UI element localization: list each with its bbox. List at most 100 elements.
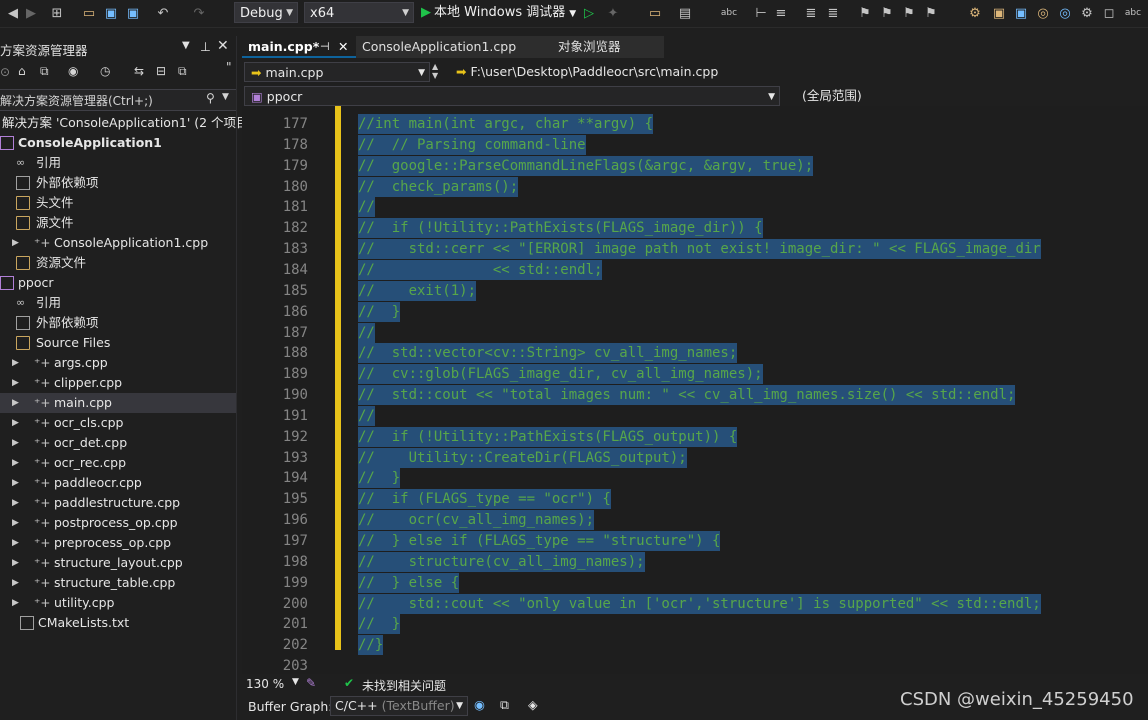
save-icon[interactable]: ▣ [102,4,120,22]
tree-item[interactable]: ▶ ⁺+ utility.cpp [0,593,236,613]
collapse-all-icon[interactable]: ⊟ [156,64,166,78]
layout-icon[interactable]: ▤ [676,4,694,22]
tool-icon[interactable]: ◎ [1034,4,1052,22]
chevron-down-icon[interactable]: ▼ [222,92,229,102]
spellcheck-icon[interactable]: abc [1124,4,1142,22]
code-line[interactable]: // std::cerr << "[ERROR] image path not … [358,239,1041,260]
search-input[interactable]: 解决方案资源管理器(Ctrl+;) [0,92,153,109]
graph-icon[interactable]: ⧉ [500,697,509,713]
chevron-down-icon[interactable]: ▼ [292,677,299,687]
file-dropdown[interactable]: ➡ main.cpp ▼ [244,62,430,82]
tree-item[interactable]: ▶ ⁺+ paddlestructure.cpp [0,493,236,513]
code-line[interactable]: // std::vector<cv::String> cv_all_img_na… [358,343,738,364]
tool-icon[interactable]: ⚙ [966,4,984,22]
chevron-right-icon[interactable]: ▶ [12,353,19,373]
bookmark-next-icon[interactable]: ⚑ [900,4,918,22]
tab-consoleapplication1-cpp[interactable]: ConsoleApplication1.cpp [356,36,552,58]
brush-icon[interactable]: ✎ [306,676,316,690]
chevron-right-icon[interactable]: ▶ [12,533,19,553]
file-path-bar[interactable]: ➡ F:\user\Desktop\Paddleocr\src\main.cpp [450,62,1148,82]
chevron-right-icon[interactable]: ▶ [12,493,19,513]
sync-icon[interactable]: ⇆ [134,64,144,78]
chevron-right-icon[interactable]: ▶ [12,513,19,533]
config-dropdown[interactable]: Debug ▼ [234,2,298,23]
tree-item[interactable]: ▶ ⁺+ preprocess_op.cpp [0,533,236,553]
spellcheck-icon[interactable]: abc [720,4,738,22]
history-icon[interactable]: ◷ [100,64,110,78]
close-icon[interactable]: ✕ [338,36,348,58]
code-line[interactable]: // if (FLAGS_type == "ocr") { [358,489,611,510]
scope-dropdown[interactable]: (全局范围) [782,86,1148,106]
graph-icon[interactable]: ◈ [528,697,538,712]
globe-icon[interactable]: ◉ [68,64,78,78]
code-line[interactable]: // // Parsing command-line [358,134,586,155]
tree-item[interactable]: ▶ ⁺+ postprocess_op.cpp [0,513,236,533]
open-icon[interactable]: ▭ [80,4,98,22]
tool-icon[interactable]: ◻ [1100,4,1118,22]
back-icon[interactable]: ⊙ [0,65,10,79]
code-line[interactable]: // Utility::CreateDir(FLAGS_output); [358,447,687,468]
chevron-right-icon[interactable]: ▶ [12,233,19,253]
chevron-right-icon[interactable]: ▶ [12,393,19,413]
forward-icon[interactable]: ▶ [22,4,40,22]
comment-icon[interactable]: ≣ [802,4,820,22]
code-line[interactable]: // } [358,301,401,322]
tool-icon[interactable]: ⚙ [1078,4,1096,22]
tree-item[interactable]: ▶ ⁺+ structure_table.cpp [0,573,236,593]
tree-item[interactable]: 资源文件 [0,253,236,273]
chevron-right-icon[interactable]: ▶ [12,473,19,493]
zoom-level[interactable]: 130 % [246,677,284,691]
tree-item[interactable]: 外部依赖项 [0,313,236,333]
tool-icon[interactable]: ▣ [990,4,1008,22]
chevron-right-icon[interactable]: ▶ [12,433,19,453]
code-line[interactable]: // google::ParseCommandLineFlags(&argc, … [358,155,814,176]
chevron-right-icon[interactable]: ▶ [12,553,19,573]
tool-icon[interactable]: ▣ [1012,4,1030,22]
close-icon[interactable]: ✕ [217,38,229,54]
tree-item[interactable]: ▶ ⁺+ main.cpp [0,393,236,413]
folder-icon[interactable]: ▭ [646,4,664,22]
chevron-right-icon[interactable]: ▶ [12,593,19,613]
code-line[interactable]: // std::cout << "only value in ['ocr','s… [358,593,1041,614]
code-line[interactable]: // exit(1); [358,280,477,301]
back-icon[interactable]: ◀ [4,4,22,22]
start-debug-button[interactable]: ▶ 本地 Windows 调试器 ▼ [421,2,576,24]
tree-item[interactable]: ▶ ⁺+ args.cpp [0,353,236,373]
search-icon[interactable]: ⚲ [206,91,215,105]
code-line[interactable]: // cv::glob(FLAGS_image_dir, cv_all_img_… [358,364,763,385]
tree-item[interactable]: ▶ ⁺+ ocr_det.cpp [0,433,236,453]
redo-icon[interactable]: ↷ [190,4,208,22]
tree-item[interactable]: ∞ 引用 [0,153,236,173]
code-line[interactable]: // [358,405,375,426]
graph-icon[interactable]: ◉ [474,697,485,712]
start-without-debug-icon[interactable]: ▷ [580,4,598,22]
tree-item[interactable]: ▶ ⁺+ ConsoleApplication1.cpp [0,233,236,253]
code-line[interactable]: // if (!Utility::PathExists(FLAGS_output… [358,426,738,447]
chevron-right-icon[interactable]: ▶ [12,453,19,473]
split-stepper[interactable]: ▲ ▼ [432,62,446,82]
tree-item[interactable]: ▶ ⁺+ paddleocr.cpp [0,473,236,493]
hot-reload-icon[interactable]: ✦ [604,4,622,22]
chevron-down-icon[interactable]: ▼ [182,40,190,51]
more-icon[interactable]: " [226,60,232,74]
code-line[interactable]: // [358,322,375,343]
tab-object-browser[interactable]: 对象浏览器 [552,36,664,58]
switch-views-icon[interactable]: ⧉ [40,64,49,79]
tree-item[interactable]: ▶ ⁺+ ocr_cls.cpp [0,413,236,433]
tree-item[interactable]: Source Files [0,333,236,353]
chevron-right-icon[interactable]: ▶ [12,413,19,433]
tree-item[interactable]: 外部依赖项 [0,173,236,193]
tree-item[interactable]: CMakeLists.txt [0,613,236,633]
code-line[interactable]: // << std::endl; [358,259,603,280]
pin-icon[interactable]: ⊣ [320,36,330,58]
home-icon[interactable]: ⌂ [18,64,26,78]
tree-item[interactable]: ▶ ⁺+ clipper.cpp [0,373,236,393]
tool-icon[interactable]: ◎ [1056,4,1074,22]
issues-text[interactable]: 未找到相关问题 [362,677,446,694]
code-line[interactable]: // ocr(cv_all_img_names); [358,510,595,531]
chevron-right-icon[interactable]: ▶ [12,573,19,593]
tree-item[interactable]: 头文件 [0,193,236,213]
code-line[interactable]: // } [358,614,401,635]
tree-item[interactable]: ConsoleApplication1 [0,133,236,153]
code-line[interactable]: //int main(int argc, char **argv) { [358,114,654,134]
